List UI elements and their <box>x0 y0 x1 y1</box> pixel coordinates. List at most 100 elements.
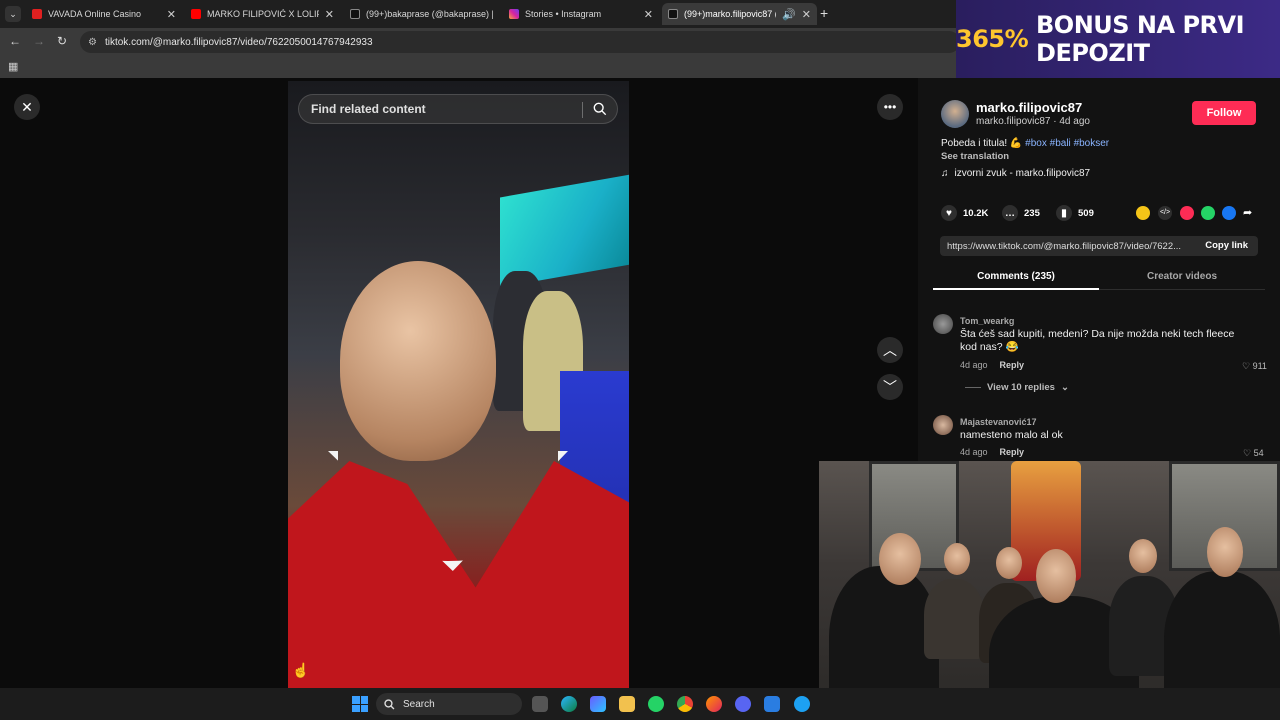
hashtag[interactable]: #bokser <box>1074 138 1110 149</box>
commenter-avatar[interactable] <box>933 314 953 334</box>
reload-icon[interactable]: ↻ <box>57 34 67 48</box>
commenter-avatar[interactable] <box>933 415 953 435</box>
see-translation-link[interactable]: See translation <box>941 151 1009 162</box>
chevron-down-icon: ⌄ <box>1060 382 1069 393</box>
whatsapp-icon[interactable] <box>1201 206 1215 220</box>
discord-icon[interactable] <box>735 696 751 712</box>
hashtag[interactable]: #box <box>1025 138 1047 149</box>
task-view-icon[interactable] <box>532 696 548 712</box>
tab-search-menu-button[interactable]: ⌄ <box>5 6 21 22</box>
youtube-favicon-icon <box>191 9 201 19</box>
next-video-button[interactable]: ﹀ <box>877 374 903 400</box>
close-tab-icon[interactable]: ✕ <box>167 8 176 21</box>
comment-icon: … <box>1002 205 1018 221</box>
boxer-head <box>340 261 496 461</box>
facebook-icon[interactable] <box>1222 206 1236 220</box>
forward-arrow-icon[interactable]: → <box>33 34 45 48</box>
like-button[interactable]: ♥ 10.2K <box>941 205 988 221</box>
creator-username[interactable]: marko.filipovic87 <box>976 100 1082 115</box>
video-player[interactable] <box>288 81 629 688</box>
tab-creator-videos[interactable]: Creator videos <box>1099 271 1265 282</box>
close-tab-icon[interactable]: ✕ <box>802 8 811 21</box>
creator-avatar[interactable] <box>941 100 969 128</box>
person-face <box>1207 527 1243 577</box>
file-explorer-icon[interactable] <box>619 696 635 712</box>
close-video-button[interactable]: ✕ <box>14 94 40 120</box>
post-caption: Pobeda i titula! 💪 #box #bali #bokser <box>941 138 1110 149</box>
follow-button[interactable]: Follow <box>1192 101 1256 125</box>
casino-ad-banner[interactable]: 365% BONUS NA PRVI DEPOZIT <box>956 0 1280 78</box>
streamer-webcam-overlay <box>819 461 1280 720</box>
person-face <box>944 543 970 575</box>
video-link-text: https://www.tiktok.com/@marko.filipovic8… <box>947 240 1182 252</box>
copilot-icon[interactable] <box>590 696 606 712</box>
more-dots-icon: ••• <box>883 100 897 114</box>
taskbar-search[interactable]: Search <box>376 693 522 715</box>
chevron-down-icon: ﹀ <box>883 379 897 395</box>
browser-tab[interactable]: MARKO FILIPOVIĆ X LOLIPOP2 ✕ <box>185 3 340 25</box>
comment-text: namesteno malo al ok <box>960 429 1063 441</box>
creator-subline: marko.filipovic87 · 4d ago <box>976 116 1090 127</box>
browser-tab-active[interactable]: (99+)marko.filipovic87 (@m 🔊 ✕ <box>662 3 817 25</box>
person <box>924 579 984 659</box>
active-tab-indicator <box>933 288 1099 290</box>
commenter-name[interactable]: Tom_wearkg <box>960 316 1014 326</box>
apps-grid-icon[interactable]: ▦ <box>8 60 18 73</box>
photos-icon[interactable] <box>764 696 780 712</box>
close-tab-icon[interactable]: ✕ <box>325 8 334 21</box>
site-settings-icon[interactable]: ⚙ <box>88 37 97 48</box>
instagram-favicon-icon <box>509 9 519 19</box>
embed-code-icon[interactable]: </> <box>1158 206 1172 220</box>
hand-cursor-icon: ☝ <box>292 662 310 678</box>
vavada-favicon-icon <box>32 9 42 19</box>
browser-tab[interactable]: (99+)bakaprase (@bakaprase) | <box>344 3 499 25</box>
close-tab-icon[interactable]: ✕ <box>644 8 653 21</box>
comment-button[interactable]: … 235 <box>1002 205 1040 221</box>
copy-link-button[interactable]: Copy link <box>1205 240 1248 251</box>
comment-text: Šta ćeš sad kupiti, medeni? Da nije možd… <box>960 328 1235 353</box>
search-icon <box>384 698 395 709</box>
browser-tab[interactable]: Stories • Instagram ✕ <box>503 3 659 25</box>
reply-button[interactable]: Reply <box>1000 447 1025 457</box>
coin-share-icon[interactable] <box>1136 206 1150 220</box>
windows-start-icon[interactable] <box>352 696 368 712</box>
address-bar[interactable]: ⚙ tiktok.com/@marko.filipovic87/video/76… <box>80 31 960 53</box>
chevron-up-icon: ︿ <box>883 342 897 358</box>
speaker-icon[interactable]: 🔊 <box>782 8 796 21</box>
search-icon[interactable] <box>593 102 607 116</box>
bookmark-icon: ▮ <box>1056 205 1072 221</box>
music-note-icon: ♫ <box>941 168 949 179</box>
chrome-icon[interactable] <box>677 696 693 712</box>
hashtag[interactable]: #bali <box>1050 138 1071 149</box>
share-link-row: https://www.tiktok.com/@marko.filipovic8… <box>940 236 1258 256</box>
firefox-icon[interactable] <box>706 696 722 712</box>
url-text: tiktok.com/@marko.filipovic87/video/7622… <box>104 36 373 48</box>
browser-tab[interactable]: VAVADA Online Casino ✕ <box>26 3 182 25</box>
find-related-content-input[interactable]: Find related content <box>298 94 618 124</box>
previous-video-button[interactable]: ︿ <box>877 337 903 363</box>
more-options-button[interactable]: ••• <box>877 94 903 120</box>
save-button[interactable]: ▮ 509 <box>1056 205 1094 221</box>
windows-taskbar <box>0 688 1280 720</box>
edge-icon[interactable] <box>561 696 577 712</box>
tab-comments[interactable]: Comments (235) <box>933 271 1099 282</box>
music-link[interactable]: ♫ izvorni zvuk - marko.filipovic87 <box>941 168 1090 179</box>
send-to-friends-icon[interactable] <box>1180 206 1194 220</box>
reply-button[interactable]: Reply <box>1000 360 1025 370</box>
comment-like-button[interactable]: ♡ 911 <box>1242 361 1267 372</box>
view-replies-button[interactable]: View 10 replies ⌄ <box>965 382 1069 393</box>
tiktok-favicon-icon <box>350 9 360 19</box>
new-tab-button[interactable]: + <box>820 5 828 21</box>
person-face <box>1036 549 1076 603</box>
tiktok-favicon-icon <box>668 9 678 19</box>
commenter-name[interactable]: Majastevanović17 <box>960 417 1037 427</box>
panel-tabs: Comments (235) Creator videos <box>933 266 1265 290</box>
comment-like-button[interactable]: ♡ 54 <box>1243 448 1264 459</box>
back-arrow-icon[interactable]: ← <box>9 34 21 48</box>
person-face <box>996 547 1022 579</box>
whatsapp-icon[interactable] <box>648 696 664 712</box>
comment-meta: 4d ago Reply <box>960 447 1025 457</box>
close-icon: ✕ <box>21 98 33 115</box>
share-arrow-icon[interactable]: ➦ <box>1243 206 1257 220</box>
telegram-icon[interactable] <box>794 696 810 712</box>
